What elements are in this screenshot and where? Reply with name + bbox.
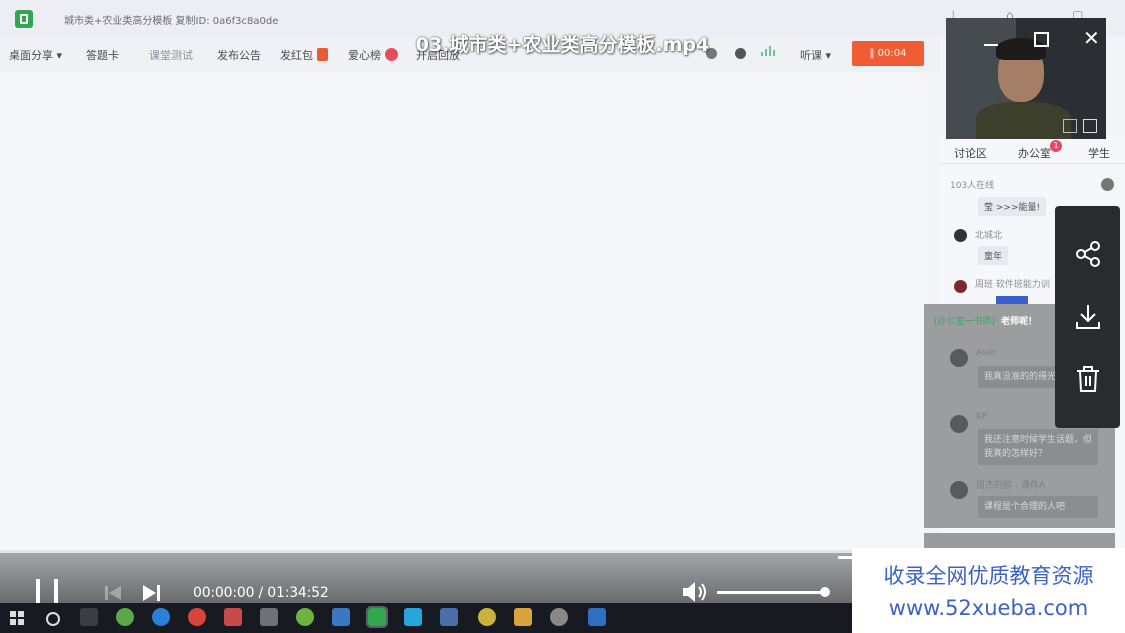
cortana-icon[interactable] bbox=[46, 612, 60, 626]
folder-icon[interactable] bbox=[514, 608, 532, 626]
popup-tag: [办公室一书师] bbox=[934, 317, 996, 327]
chat-username: KP bbox=[976, 412, 988, 422]
classroom-app-icon[interactable] bbox=[366, 606, 388, 628]
chat-username: Aser bbox=[976, 348, 997, 358]
chat-message: 我还注意时候学生话题，但我真的怎样好？ bbox=[978, 429, 1098, 465]
app-icon[interactable] bbox=[550, 608, 568, 626]
wechat-icon[interactable] bbox=[116, 608, 134, 626]
playback-time: 00:00:00 / 01:34:52 bbox=[193, 585, 329, 601]
player-controls bbox=[0, 550, 852, 603]
teacher-camera-window[interactable]: ✕ bbox=[946, 18, 1106, 139]
tab-office[interactable]: 办公室 bbox=[1018, 145, 1051, 161]
camera-fullscreen-icon[interactable] bbox=[1083, 119, 1097, 133]
screen: 城市类+农业类高分模板 复制ID: 0a6f3c8a0de ⊥ ⌂ ▢ 桌面分享… bbox=[0, 0, 1125, 633]
app-logo-icon bbox=[15, 10, 33, 28]
popup-header: [办公室一书师] 老师呢！ bbox=[934, 314, 1037, 327]
avatar bbox=[950, 481, 968, 499]
camera-setting-icon[interactable] bbox=[1063, 119, 1077, 133]
share-icon[interactable] bbox=[1073, 239, 1103, 269]
previous-icon[interactable] bbox=[104, 584, 122, 602]
volume-handle[interactable] bbox=[820, 587, 830, 597]
avatar bbox=[950, 349, 968, 367]
camera-person bbox=[976, 102, 1071, 139]
tab-discussion[interactable]: 讨论区 bbox=[954, 145, 987, 161]
app-icon[interactable] bbox=[588, 608, 606, 626]
online-count: 103人在线 bbox=[950, 181, 995, 191]
app-icon[interactable] bbox=[478, 608, 496, 626]
next-icon[interactable] bbox=[142, 584, 162, 602]
popup-title: 老师呢！ bbox=[1001, 317, 1038, 327]
chrome-icon[interactable] bbox=[188, 608, 206, 626]
tab-divider bbox=[940, 163, 1125, 164]
app-icon[interactable] bbox=[332, 608, 350, 626]
seek-bar[interactable] bbox=[0, 550, 852, 553]
chat-username: 北城北 bbox=[975, 231, 1003, 241]
watermark-url: www.52xueba.com bbox=[888, 596, 1089, 620]
chat-message: 课程是个合理的人吧 bbox=[978, 496, 1098, 518]
task-view-icon[interactable] bbox=[80, 608, 98, 626]
avatar bbox=[954, 229, 967, 242]
tab-students[interactable]: 学生 bbox=[1088, 145, 1110, 161]
pause-icon[interactable] bbox=[36, 579, 60, 605]
app-icon[interactable] bbox=[404, 608, 422, 626]
download-icon[interactable] bbox=[1073, 302, 1103, 332]
volume-slider[interactable] bbox=[717, 591, 825, 594]
windows-start-icon[interactable] bbox=[10, 611, 24, 625]
ie-icon[interactable] bbox=[152, 608, 170, 626]
office-unread-badge: 1 bbox=[1050, 140, 1062, 152]
app-icon[interactable] bbox=[260, 608, 278, 626]
chat-username: 周杰的前 - 课件A bbox=[976, 481, 1046, 491]
trash-icon[interactable] bbox=[1073, 364, 1103, 394]
chat-message: 童年 bbox=[978, 246, 1009, 265]
chat-username: 周班 软件班能力训 bbox=[975, 280, 1050, 290]
watermark-slogan: 收录全网优质教育资源 bbox=[883, 564, 1094, 588]
seek-handle[interactable] bbox=[838, 556, 852, 559]
settings-icon[interactable] bbox=[1101, 178, 1114, 191]
avatar bbox=[954, 280, 967, 293]
watermark: 收录全网优质教育资源 www.52xueba.com bbox=[852, 548, 1125, 633]
minimize-icon[interactable] bbox=[984, 44, 998, 46]
app-icon[interactable] bbox=[296, 608, 314, 626]
chat-message: 莹 >>>能量! bbox=[978, 197, 1047, 216]
volume-icon[interactable] bbox=[682, 581, 708, 603]
app-title: 城市类+农业类高分模板 复制ID: 0a6f3c8a0de bbox=[64, 16, 279, 27]
video-canvas[interactable] bbox=[0, 72, 924, 550]
share-panel bbox=[1055, 206, 1120, 428]
app-icon[interactable] bbox=[440, 608, 458, 626]
app-icon[interactable] bbox=[224, 608, 242, 626]
maximize-icon[interactable] bbox=[1034, 32, 1049, 47]
avatar bbox=[950, 415, 968, 433]
close-icon[interactable]: ✕ bbox=[1083, 26, 1100, 50]
